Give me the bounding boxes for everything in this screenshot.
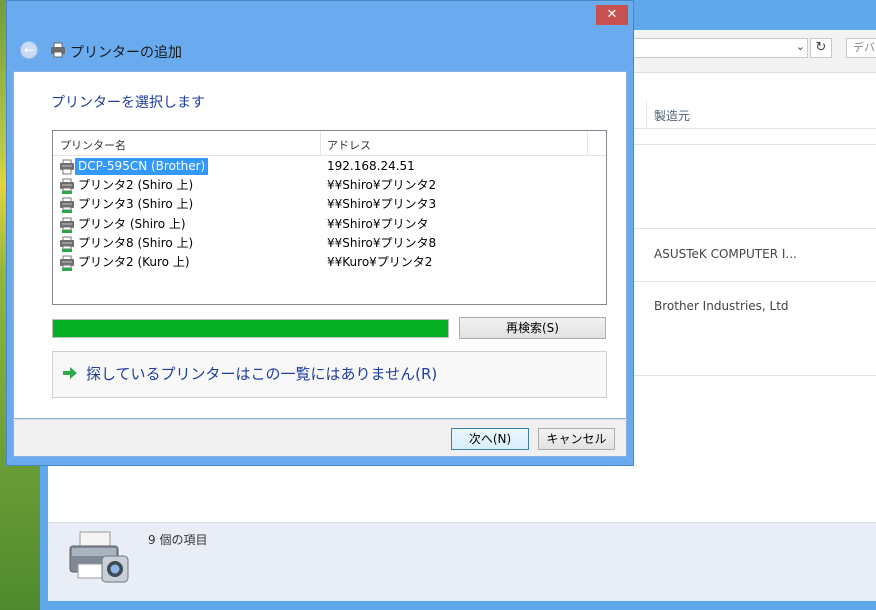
printer-not-listed-option[interactable]: 探しているプリンターはこの一覧にはありません(R) (52, 351, 607, 398)
printer-icon (59, 197, 75, 214)
printer-row[interactable]: プリンタ2 (Kuro 上) ¥¥Kuro¥プリンタ2 (57, 253, 605, 272)
row-divider (634, 375, 876, 376)
printer-icon (59, 159, 75, 175)
printer-icon (51, 42, 65, 58)
printer-name: プリンタ2 (Kuro 上) (78, 255, 190, 269)
printer-name: プリンタ2 (Shiro 上) (78, 178, 194, 193)
printer-name: プリンタ3 (Shiro 上) (78, 197, 194, 212)
row-divider (634, 281, 876, 282)
column-separator (320, 131, 321, 155)
printer-name: プリンタ (Shiro 上) (78, 216, 186, 231)
device-manufacturer[interactable]: ASUSTeK COMPUTER I... (654, 247, 797, 261)
item-count: 9 個の項目 (148, 533, 208, 547)
row-divider (634, 144, 876, 145)
back-arrow-icon: ← (24, 43, 35, 57)
printer-icon (59, 178, 75, 195)
printer-not-listed-link[interactable]: 探しているプリンターはこの一覧にはありません(R) (86, 363, 437, 384)
printer-icon (59, 217, 75, 233)
page-heading: プリンターを選択します (51, 95, 205, 111)
row-divider (634, 228, 876, 229)
cancel-button[interactable]: キャンセル (538, 428, 615, 450)
printer-row[interactable]: プリンタ8 (Shiro 上) ¥¥Shiro¥プリンタ8 (57, 234, 605, 253)
printer-address: ¥¥Shiro¥プリンタ2 (327, 178, 437, 193)
dropdown-chevron-icon[interactable]: ⌄ (796, 40, 805, 53)
refresh-icon[interactable]: ↻ (810, 38, 832, 58)
column-separator (587, 131, 588, 155)
manufacturer-column-header[interactable]: 製造元 (654, 107, 690, 124)
printer-row[interactable]: DCP-595CN (Brother) 192.168.24.51 (57, 157, 605, 176)
printer-name: プリンタ8 (Shiro 上) (78, 235, 194, 250)
search-progress-bar (52, 319, 449, 338)
printer-icon (59, 236, 75, 252)
research-button[interactable]: 再検索(S) (459, 317, 606, 339)
column-header-printer-name[interactable]: プリンター名 (60, 137, 126, 153)
explorer-address-bar[interactable]: ⌄ (632, 38, 808, 58)
explorer-column-header[interactable]: 製造元 (630, 100, 876, 129)
printer-row[interactable]: プリンタ2 (Shiro 上) ¥¥Shiro¥プリンタ2 (57, 176, 605, 195)
printer-address: 192.168.24.51 (327, 159, 415, 173)
printer-icon (59, 255, 75, 271)
column-header-address[interactable]: アドレス (327, 137, 371, 153)
explorer-search-input[interactable]: デバ (846, 38, 876, 58)
printer-address: ¥¥Shiro¥プリンタ8 (327, 235, 437, 250)
printer-list-header: プリンター名 アドレス (53, 131, 606, 156)
printer-address: ¥¥Shiro¥プリンタ3 (327, 197, 437, 212)
dialog-title: プリンターの追加 (70, 45, 182, 61)
back-button[interactable]: ← (20, 41, 38, 59)
column-separator (646, 100, 647, 128)
progress-fill (53, 320, 448, 337)
next-button[interactable]: 次へ(N) (451, 428, 529, 450)
green-arrow-icon (63, 367, 77, 379)
close-icon: ✕ (606, 7, 618, 22)
printer-row[interactable]: プリンタ (Shiro 上) ¥¥Shiro¥プリンタ (57, 215, 605, 234)
dialog-footer (13, 419, 627, 457)
device-manufacturer[interactable]: Brother Industries, Ltd (654, 299, 789, 313)
printer-name: DCP-595CN (Brother) (75, 158, 209, 175)
printer-address: ¥¥Shiro¥プリンタ (327, 216, 429, 231)
printer-address: ¥¥Kuro¥プリンタ2 (327, 255, 433, 269)
printer-list[interactable]: プリンター名 アドレス DCP-595CN (Brother) 192.168.2… (52, 130, 607, 305)
printer-row[interactable]: プリンタ3 (Shiro 上) ¥¥Shiro¥プリンタ3 (57, 195, 605, 214)
devices-printers-icon (69, 531, 129, 583)
close-button[interactable]: ✕ (596, 5, 628, 25)
